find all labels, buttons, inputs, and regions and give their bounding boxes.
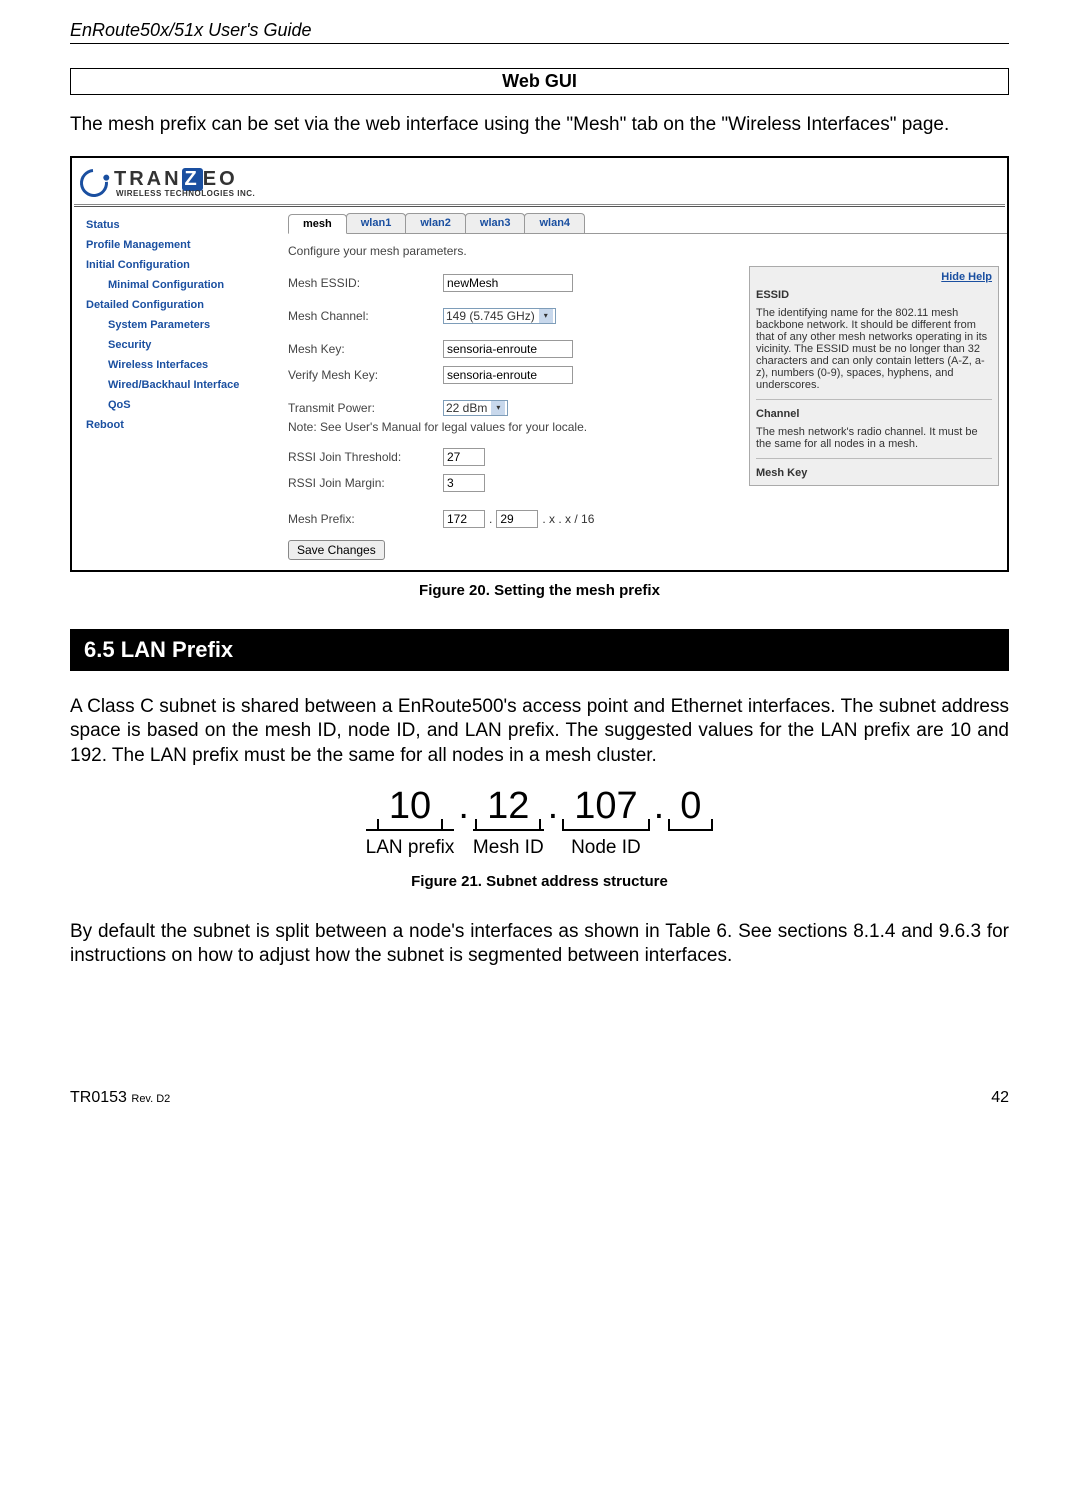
subnet-l3: Node ID: [571, 837, 641, 859]
sidebar-item-profile[interactable]: Profile Management: [72, 235, 284, 255]
prefix-a-input[interactable]: [443, 510, 485, 528]
sidebar-item-minimal[interactable]: Minimal Configuration: [72, 275, 284, 295]
tx-value: 22 dBm: [446, 401, 487, 415]
tab-wlan3[interactable]: wlan3: [465, 213, 526, 233]
subnet-l1: LAN prefix: [366, 837, 455, 859]
dot-sep: .: [485, 512, 496, 526]
tab-wlan4[interactable]: wlan4: [524, 213, 585, 233]
help-channel-title: Channel: [756, 408, 992, 420]
figure-20-caption: Figure 20. Setting the mesh prefix: [70, 582, 1009, 599]
logo-z: Z: [182, 168, 203, 191]
subnet-l4-empty: [688, 837, 693, 859]
logo-subtitle: WIRELESS TECHNOLOGIES INC.: [116, 189, 255, 198]
save-button[interactable]: Save Changes: [288, 540, 385, 560]
page-footer: TR0153 Rev. D2 42: [70, 1089, 1009, 1107]
sidebar-item-security[interactable]: Security: [72, 335, 284, 355]
footer-page: 42: [991, 1089, 1009, 1107]
tab-mesh[interactable]: mesh: [288, 214, 347, 234]
channel-select[interactable]: 149 (5.745 GHz) ▾: [443, 308, 556, 324]
tab-bar: mesh wlan1 wlan2 wlan3 wlan4: [288, 213, 1007, 234]
doc-header: EnRoute50x/51x User's Guide: [70, 20, 1009, 41]
key-input[interactable]: [443, 340, 573, 358]
prefix-suffix: . x . x / 16: [538, 512, 594, 526]
subnet-diagram: 10 LAN prefix . 12 Mesh ID . 107 Node ID…: [70, 787, 1009, 859]
prefix-b-input[interactable]: [496, 510, 538, 528]
logo-text: TRANZEO: [114, 168, 255, 191]
essid-label: Mesh ESSID:: [288, 276, 443, 290]
tx-select[interactable]: 22 dBm ▾: [443, 400, 508, 416]
intro-paragraph: The mesh prefix can be set via the web i…: [70, 113, 1009, 138]
web-gui-heading: Web GUI: [70, 68, 1009, 95]
rssi-m-label: RSSI Join Margin:: [288, 476, 443, 490]
footer-rev: Rev. D2: [131, 1093, 170, 1105]
chevron-down-icon: ▾: [539, 309, 553, 323]
tx-label: Transmit Power:: [288, 401, 443, 415]
help-panel: Hide Help ESSID The identifying name for…: [749, 266, 999, 486]
sidebar-item-status[interactable]: Status: [72, 215, 284, 235]
key-label: Mesh Key:: [288, 342, 443, 356]
sidebar: Status Profile Management Initial Config…: [72, 207, 284, 560]
logo-area: TRANZEO WIRELESS TECHNOLOGIES INC.: [72, 158, 1007, 204]
sidebar-item-system[interactable]: System Parameters: [72, 315, 284, 335]
channel-value: 149 (5.745 GHz): [446, 309, 535, 323]
footer-docnum: TR0153: [70, 1089, 131, 1106]
chevron-down-icon: ▾: [491, 401, 505, 415]
help-essid-body: The identifying name for the 802.11 mesh…: [756, 307, 992, 391]
sidebar-item-qos[interactable]: QoS: [72, 395, 284, 415]
tab-wlan1[interactable]: wlan1: [346, 213, 407, 233]
rssi-m-input[interactable]: [443, 474, 485, 492]
dot: .: [650, 787, 669, 825]
closing-paragraph: By default the subnet is split between a…: [70, 920, 1009, 969]
section-6-5-header: 6.5 LAN Prefix: [70, 629, 1009, 671]
help-channel-body: The mesh network's radio channel. It mus…: [756, 426, 992, 450]
subnet-n1: 10: [379, 787, 441, 825]
sidebar-item-wired[interactable]: Wired/Backhaul Interface: [72, 375, 284, 395]
hide-help-link[interactable]: Hide Help: [756, 271, 992, 283]
essid-input[interactable]: [443, 274, 573, 292]
divider: [74, 204, 1005, 205]
config-intro: Configure your mesh parameters.: [288, 244, 718, 258]
subnet-n4: 0: [670, 787, 711, 825]
prefix-label: Mesh Prefix:: [288, 512, 443, 526]
rssi-t-label: RSSI Join Threshold:: [288, 450, 443, 464]
subnet-n2: 12: [477, 787, 539, 825]
tab-wlan2[interactable]: wlan2: [405, 213, 466, 233]
figure-21-caption: Figure 21. Subnet address structure: [70, 873, 1009, 890]
rssi-t-input[interactable]: [443, 448, 485, 466]
sidebar-item-reboot[interactable]: Reboot: [72, 415, 284, 435]
dot: .: [544, 787, 563, 825]
logo-swirl-icon: [80, 169, 108, 197]
help-key-title: Mesh Key: [756, 467, 992, 479]
tx-note: Note: See User's Manual for legal values…: [288, 420, 718, 434]
vkey-label: Verify Mesh Key:: [288, 368, 443, 382]
sidebar-item-wireless[interactable]: Wireless Interfaces: [72, 355, 284, 375]
sidebar-item-detailed[interactable]: Detailed Configuration: [72, 295, 284, 315]
subnet-l2: Mesh ID: [473, 837, 544, 859]
subnet-n3: 107: [564, 787, 647, 825]
screenshot-container: TRANZEO WIRELESS TECHNOLOGIES INC. Statu…: [70, 156, 1009, 572]
lan-paragraph: A Class C subnet is shared between a EnR…: [70, 695, 1009, 769]
dot: .: [454, 787, 473, 825]
vkey-input[interactable]: [443, 366, 573, 384]
logo-pre: TRAN: [114, 168, 182, 191]
logo-post: EO: [203, 168, 238, 191]
header-rule: [70, 43, 1009, 44]
sidebar-item-initial[interactable]: Initial Configuration: [72, 255, 284, 275]
channel-label: Mesh Channel:: [288, 309, 443, 323]
help-essid-title: ESSID: [756, 289, 992, 301]
